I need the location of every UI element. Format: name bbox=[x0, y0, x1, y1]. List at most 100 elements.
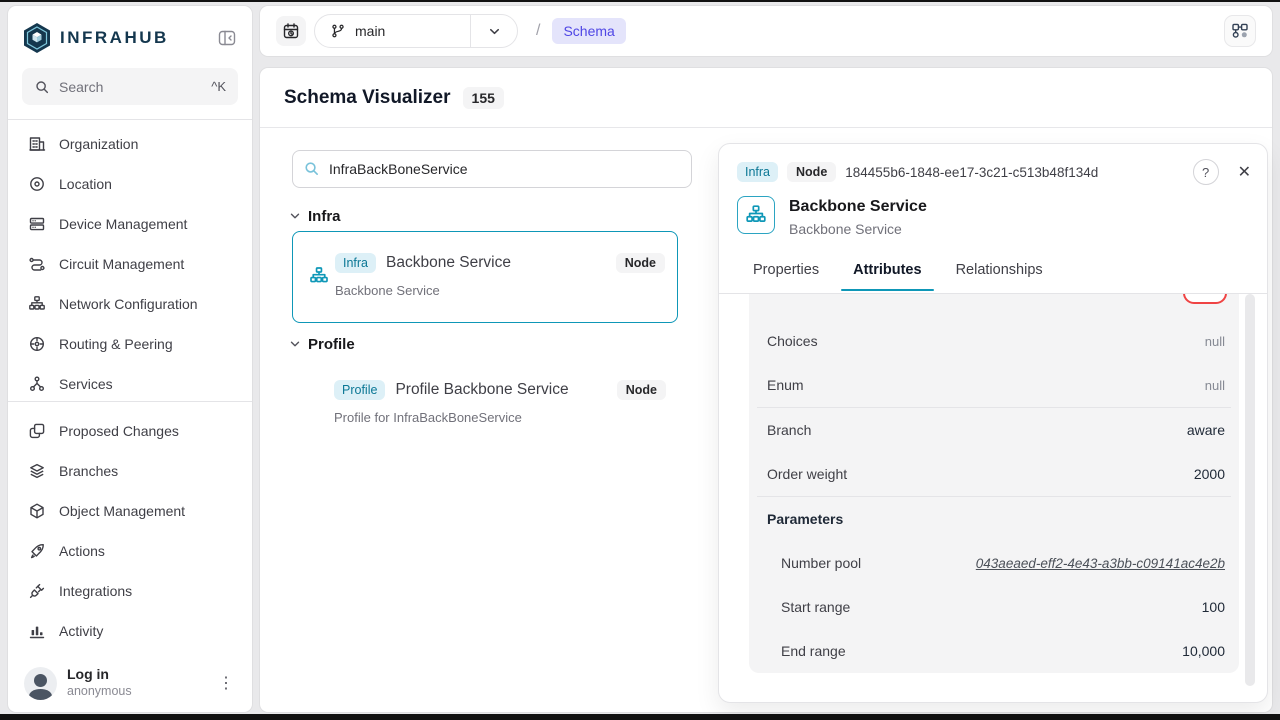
sidebar-item-label: Routing & Peering bbox=[59, 336, 173, 352]
sidebar-item-services[interactable]: Services bbox=[8, 364, 252, 396]
result-card-backbone-service[interactable]: Infra Backbone Service Node Backbone Ser… bbox=[292, 231, 678, 323]
rocket-icon bbox=[28, 542, 46, 560]
main-header: Schema Visualizer 155 bbox=[260, 68, 1272, 128]
attribute-label: Choices bbox=[767, 333, 818, 349]
git-branch-icon bbox=[330, 23, 346, 39]
search-icon bbox=[303, 160, 320, 177]
result-subtitle: Profile for InfraBackBoneService bbox=[334, 410, 522, 425]
sidebar-item-proposed-changes[interactable]: Proposed Changes bbox=[8, 411, 252, 451]
sidebar-item-label: Branches bbox=[59, 463, 118, 479]
top-bar: main / Schema bbox=[260, 6, 1272, 56]
breadcrumb-schema[interactable]: Schema bbox=[552, 18, 625, 44]
number-pool-link[interactable]: 043aeaed-eff2-4e43-a3bb-c09141ac4e2b bbox=[976, 556, 1225, 571]
attribute-label: End range bbox=[781, 643, 846, 659]
hierarchy-icon bbox=[309, 266, 329, 286]
login-label: Log in bbox=[67, 666, 206, 684]
collapse-sidebar-icon[interactable] bbox=[214, 26, 240, 50]
sidebar-item-actions[interactable]: Actions bbox=[8, 531, 252, 571]
group-label: Profile bbox=[308, 336, 355, 353]
attribute-label: Branch bbox=[767, 422, 811, 438]
branch-selector[interactable]: main bbox=[314, 14, 518, 48]
user-menu[interactable]: Log in anonymous ⋮ bbox=[18, 660, 242, 706]
attribute-value: 2000 bbox=[1194, 466, 1225, 482]
branch-current: main bbox=[315, 23, 470, 39]
sidebar-item-network-configuration[interactable]: Network Configuration bbox=[8, 284, 252, 324]
sidebar-item-label: Object Management bbox=[59, 503, 185, 519]
sidebar-item-location[interactable]: Location bbox=[8, 164, 252, 204]
details-header: Infra Node 184455b6-1848-ee17-3c21-c513b… bbox=[737, 159, 1251, 185]
calendar-clock-icon[interactable] bbox=[276, 16, 306, 46]
breadcrumb-separator: / bbox=[536, 22, 540, 40]
sidebar-item-label: Location bbox=[59, 176, 112, 192]
target-icon bbox=[28, 175, 46, 193]
sidebar-item-device-management[interactable]: Device Management bbox=[8, 204, 252, 244]
result-title: Backbone Service bbox=[386, 254, 606, 272]
attribute-value: null bbox=[1205, 334, 1225, 349]
sidebar-item-object-management[interactable]: Object Management bbox=[8, 491, 252, 531]
details-title: Backbone Service bbox=[789, 198, 927, 216]
group-header-profile[interactable]: Profile bbox=[288, 334, 355, 354]
hierarchy-icon bbox=[28, 295, 46, 313]
sidebar-item-integrations[interactable]: Integrations bbox=[8, 571, 252, 611]
attribute-label: Number pool bbox=[781, 555, 861, 571]
kebab-menu-icon[interactable]: ⋮ bbox=[216, 673, 236, 693]
attributes-scroll-area: Choices null Enum null Branch aware Orde… bbox=[719, 294, 1267, 702]
details-subtitle: Backbone Service bbox=[789, 221, 902, 237]
sidebar-item-label: Organization bbox=[59, 136, 138, 152]
route-icon bbox=[28, 255, 46, 273]
group-label: Infra bbox=[308, 208, 341, 225]
sidebar-nav-primary: Organization Location Device Management bbox=[8, 124, 252, 396]
attribute-value: 100 bbox=[1202, 599, 1225, 615]
sidebar-header: INFRAHUB bbox=[22, 20, 240, 56]
divider bbox=[8, 401, 252, 402]
sidebar-item-label: Device Management bbox=[59, 216, 187, 232]
sidebar-item-label: Circuit Management bbox=[59, 256, 184, 272]
building-icon bbox=[28, 135, 46, 153]
chevron-down-icon[interactable] bbox=[471, 24, 517, 39]
help-icon[interactable]: ? bbox=[1193, 159, 1219, 185]
schema-search bbox=[292, 150, 692, 188]
tab-attributes[interactable]: Attributes bbox=[851, 258, 923, 290]
attributes-list: Choices null Enum null Branch aware Orde… bbox=[749, 294, 1239, 673]
details-tabs: Properties Attributes Relationships bbox=[719, 258, 1267, 294]
chevron-down-icon bbox=[288, 337, 302, 351]
window-edge-top bbox=[0, 0, 1280, 2]
namespace-badge: Profile bbox=[334, 380, 385, 400]
sidebar-search[interactable]: Search ^K bbox=[22, 68, 238, 105]
search-icon bbox=[34, 79, 50, 95]
attribute-row: Choices null bbox=[749, 319, 1239, 363]
sidebar-item-branches[interactable]: Branches bbox=[8, 451, 252, 491]
attribute-row: End range 10,000 bbox=[749, 629, 1239, 673]
tab-relationships[interactable]: Relationships bbox=[954, 258, 1045, 290]
attribute-label: Start range bbox=[781, 599, 850, 615]
sidebar-item-circuit-management[interactable]: Circuit Management bbox=[8, 244, 252, 284]
attribute-value: null bbox=[1205, 378, 1225, 393]
sidebar-nav-secondary: Proposed Changes Branches Object Managem… bbox=[8, 411, 252, 651]
namespace-badge: Infra bbox=[335, 253, 376, 273]
attribute-row: Branch aware bbox=[749, 408, 1239, 452]
sidebar-item-label: Network Configuration bbox=[59, 296, 198, 312]
schema-search-input[interactable] bbox=[292, 150, 692, 188]
sidebar-item-activity[interactable]: Activity bbox=[8, 611, 252, 651]
sidebar-item-routing-peering[interactable]: Routing & Peering bbox=[8, 324, 252, 364]
sidebar-item-label: Actions bbox=[59, 543, 105, 559]
workflow-icon[interactable] bbox=[1224, 15, 1256, 47]
bar-chart-icon bbox=[28, 622, 46, 640]
attribute-row: Number pool 043aeaed-eff2-4e43-a3bb-c091… bbox=[749, 541, 1239, 585]
details-panel: Infra Node 184455b6-1848-ee17-3c21-c513b… bbox=[718, 143, 1268, 703]
sidebar-item-organization[interactable]: Organization bbox=[8, 124, 252, 164]
tab-properties[interactable]: Properties bbox=[751, 258, 821, 290]
result-card-profile-backbone-service[interactable]: Profile Profile Backbone Service Node Pr… bbox=[292, 368, 678, 430]
close-icon[interactable]: ✕ bbox=[1238, 162, 1251, 182]
avatar bbox=[24, 667, 57, 700]
tab-label: Attributes bbox=[853, 262, 921, 278]
node-uuid: 184455b6-1848-ee17-3c21-c513b48f134d bbox=[845, 165, 1183, 180]
sidebar-item-label: Proposed Changes bbox=[59, 423, 179, 439]
attribute-row-clipped bbox=[749, 294, 1239, 319]
attribute-row: Order weight 2000 bbox=[749, 452, 1239, 496]
attribute-value: aware bbox=[1187, 422, 1225, 438]
scrollbar[interactable] bbox=[1245, 294, 1255, 686]
username-label: anonymous bbox=[67, 684, 206, 700]
group-header-infra[interactable]: Infra bbox=[288, 206, 341, 226]
schema-count-badge: 155 bbox=[463, 87, 504, 109]
